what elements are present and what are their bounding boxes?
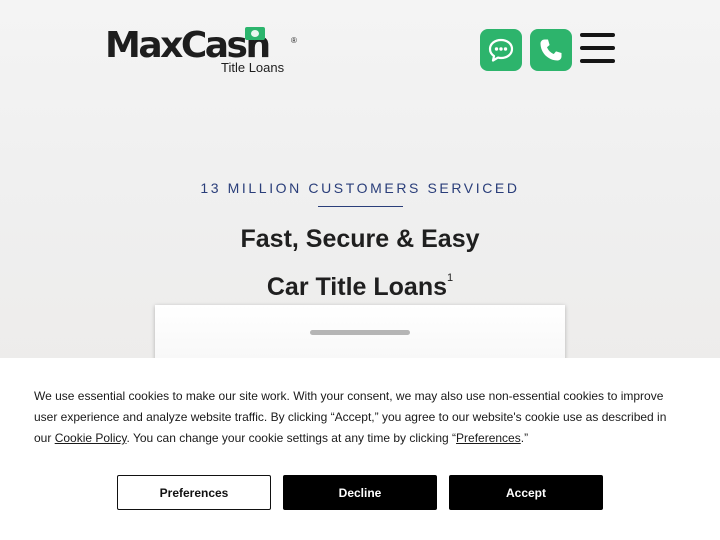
chat-button[interactable] (480, 29, 522, 71)
cookie-policy-link[interactable]: Cookie Policy (55, 431, 127, 445)
cookie-notice-text: We use essential cookies to make our sit… (34, 386, 684, 449)
registered-mark: ® (291, 36, 297, 45)
headline-footnote[interactable]: 1 (447, 272, 453, 284)
menu-bar (580, 46, 615, 50)
headline-line-1: Fast, Secure & Easy (240, 225, 480, 253)
logo-subtitle: Title Loans (221, 60, 285, 75)
headline-line-2: Car Title Loans (266, 273, 447, 301)
decline-button[interactable]: Decline (283, 475, 437, 510)
maxcash-logo[interactable]: MaxCash ® Title Loans (105, 26, 305, 78)
phone-icon (540, 39, 562, 61)
phone-button[interactable] (530, 29, 572, 71)
chat-bubble-icon (488, 38, 514, 62)
menu-bar (580, 33, 615, 37)
form-drag-handle[interactable] (310, 330, 410, 335)
dollar-bill-icon (245, 27, 265, 40)
preferences-link[interactable]: Preferences (456, 431, 521, 445)
cookie-text-part: . You can change your cookie settings at… (126, 431, 457, 445)
cookie-text-part: .” (520, 431, 529, 445)
customers-eyebrow: 13 MILLION CUSTOMERS SERVICED (200, 180, 520, 196)
cookie-consent-banner: We use essential cookies to make our sit… (0, 358, 720, 540)
accept-button[interactable]: Accept (449, 475, 603, 510)
site-header: MaxCash ® Title Loans (0, 0, 720, 100)
preferences-button[interactable]: Preferences (117, 475, 271, 510)
eyebrow-divider (318, 206, 403, 207)
hamburger-menu-icon[interactable] (580, 33, 616, 65)
menu-bar (580, 59, 615, 63)
hero-headline: Fast, Secure & Easy Car Title Loans1 (0, 220, 720, 307)
